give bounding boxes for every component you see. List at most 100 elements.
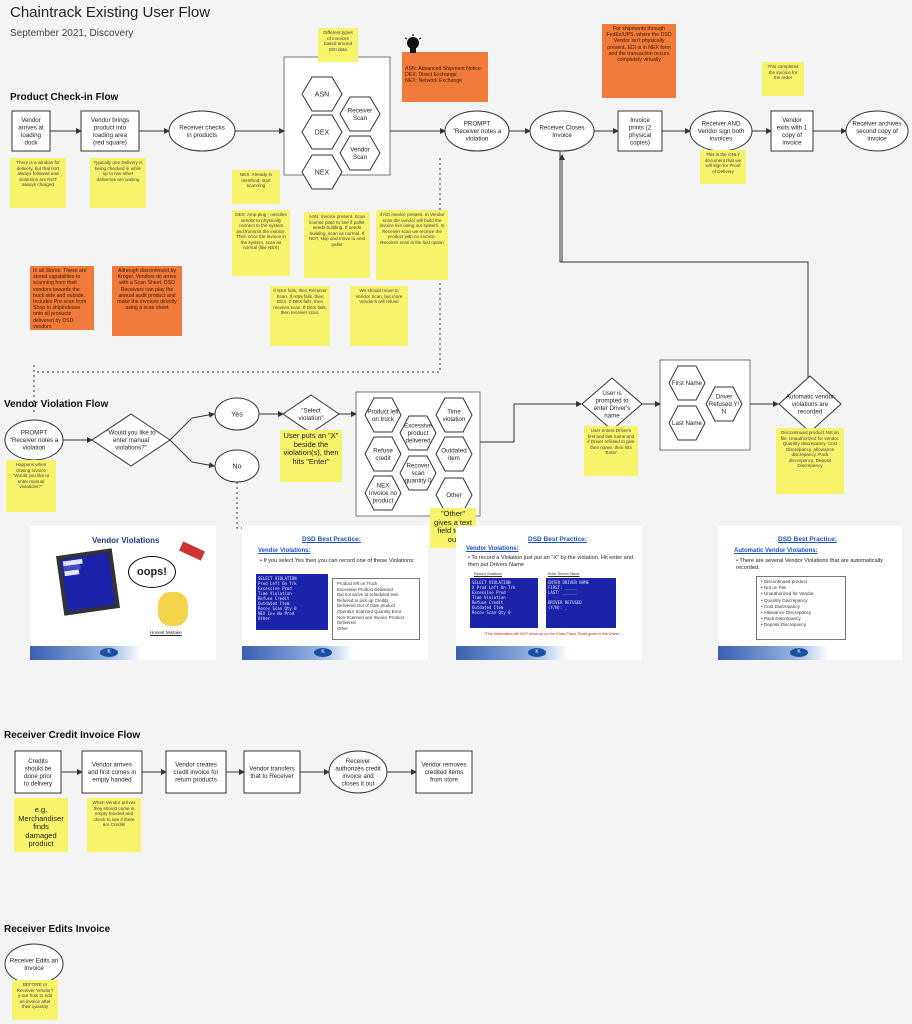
node-vendor-arrives: Vendorarrives atloadingdock: [11, 110, 51, 152]
node-invoice-prints-label: prints (2: [629, 124, 652, 131]
node-sign-invoices-label: Vendor sign both: [698, 128, 745, 135]
sticky-asn: ASN: Invoice present. Scan license plate…: [304, 212, 370, 278]
node-vendor-brings-product-label: loading area: [93, 132, 128, 139]
node-receiver-authorizes-label: invoice and: [342, 773, 374, 780]
node-prompt-notes-violation-label: violation: [466, 136, 489, 143]
connector: [191, 411, 215, 419]
node-receiver-authorizes-label: Receiver: [346, 758, 370, 765]
slide4-title: DSD Best Practice:: [778, 536, 837, 543]
node-vendor-transfers-label: Vendor transfers: [249, 765, 294, 772]
node-invoice-prints-label: physical: [629, 132, 651, 139]
sticky-nex: NEX: Already in menthod, start scanning: [232, 170, 280, 204]
node-credits-prior: Creditsshould bedone priorto delivery: [14, 750, 62, 794]
node-hex-receiver-scan-label: Receiver: [348, 107, 372, 114]
connector: [480, 401, 582, 443]
slide3-scanner-screen-1: SELECT VIOLATION X Prod Left On Trk Excess…: [470, 578, 538, 628]
node-no: No: [214, 449, 260, 483]
node-vendor-removes: Vendor removescredited itemsfrom store: [415, 750, 473, 794]
node-receiver-edits-invoice-label: Invoice: [24, 965, 44, 972]
node-hex-nex-invoice-label: Invoice no: [369, 490, 398, 497]
slide1-character: [158, 592, 188, 626]
node-hex-recover-scan-label: Recover: [406, 463, 429, 470]
node-auto-violations-recorded-label: recorded: [798, 409, 823, 416]
node-driver-name-prompt-label: prompted to: [595, 397, 629, 404]
slide-dsd-best-practice-3: DSD Best Practice: Automatic Vendor Viol…: [718, 526, 902, 660]
slide1-kroger-logo: K: [100, 648, 118, 657]
node-prompt-notes-violation-label: PROMPT: [464, 121, 491, 128]
node-credit-vendor-arrives: Vendor arrivesand first comes inempty ha…: [81, 750, 143, 794]
node-hex-product-left-label: on truck: [372, 416, 395, 423]
sticky-nex-fails: If NEX fails, then Receiver Scan. If ASN…: [270, 286, 330, 346]
whiteboard: Chaintrack Existing User Flow September …: [0, 0, 912, 1024]
node-credits-prior-label: done prior: [24, 773, 52, 780]
node-receiver-edits-invoice-label: Receiver Edits an: [10, 957, 59, 964]
slide3-kroger-logo: K: [528, 648, 546, 657]
node-vendor-transfers: Vendor transfersthat to Receiver: [243, 750, 301, 794]
node-vendor-creates-credit: Vendor createscredit invoice forreturn p…: [165, 750, 227, 794]
node-receiver-archives-label: invoice: [867, 136, 887, 143]
slide1-title: Vendor Violations: [92, 536, 160, 545]
slide3-scanner-screen-2: ENTER DRIVER NAME FIRST: _____ LAST: _____…: [546, 578, 616, 628]
node-violation-prompt-label: "Receiver notes a: [10, 437, 59, 444]
node-vendor-arrives-label: Vendor: [21, 117, 41, 124]
sticky-damaged-product: e.g. Merchandiser finds damaged product: [14, 798, 68, 852]
node-hex-recover-scan-label: quantity 0: [405, 478, 432, 485]
node-receiver-checks-in: Receiver checksin products: [168, 110, 236, 152]
node-hex-time-violation-label: violation: [443, 416, 466, 423]
node-auto-violations-recorded-label: violations are: [792, 401, 829, 408]
node-hex-last-name-label: Last Name: [672, 420, 702, 427]
node-hex-nex-invoice-label: product: [373, 498, 394, 505]
slide3-bullet: • To record a Violation just put an "X" …: [468, 555, 633, 568]
slide3-subtitle: Vendor Violations:: [466, 546, 519, 552]
slide3-label-record: Record Violations: [474, 572, 503, 576]
node-receiver-closes-invoice: Receiver ClosesInvoice: [529, 110, 595, 152]
node-credits-prior-label: Credits: [28, 758, 48, 765]
node-hex-product-left-label: Product left: [367, 408, 399, 415]
slide2-kroger-logo: K: [314, 648, 332, 657]
node-enter-manual-diamond: "Would you like toenter manualviolations…: [91, 413, 171, 467]
slide-vendor-violations: Vendor Violations ████████ ░░░░░░░ ██████ …: [30, 526, 216, 660]
node-sign-invoices: Receiver ANDVendor sign bothinvoices: [689, 110, 753, 152]
node-sign-invoices-label: Receiver AND: [702, 121, 741, 128]
node-credit-vendor-arrives-label: Vendor arrives: [92, 762, 132, 769]
sticky-puts-x: User puts an "X" beside the violation(s)…: [280, 430, 342, 482]
slide4-kroger-logo: K: [790, 648, 808, 657]
node-receiver-archives-label: second copy of: [856, 128, 898, 135]
node-receiver-authorizes-label: authorizes credit: [335, 765, 381, 772]
sticky-happens-when: Happens when closing invoice "Would you …: [6, 460, 56, 512]
node-hex-driver-refused-label: Driver: [716, 394, 733, 401]
node-violation-prompt-label: PROMPT: [21, 430, 48, 437]
slide-dsd-best-practice-2: DSD Best Practice: Vendor Violations: • …: [456, 526, 642, 660]
slide4-list-item: • Deposit Discrepancy: [761, 622, 807, 628]
sticky-move-vendor-scan: We should move to Vendor Scan, but more …: [350, 286, 408, 346]
connector: [559, 151, 809, 390]
slide4-subtitle: Automatic Vendor Violations:: [734, 548, 818, 554]
node-receiver-closes-invoice-label: Receiver Closes: [539, 124, 584, 131]
slide3-title: DSD Best Practice:: [528, 536, 587, 543]
node-hex-first-name-label: First Name: [672, 380, 703, 387]
node-vendor-removes-label: Vendor removes: [421, 762, 466, 769]
node-hex-outdated-label: item: [448, 455, 460, 462]
slide4-auto-violation-list: • Discontinued product • Not on File • U…: [756, 576, 846, 640]
slide3-warning-note: *This information will NOT show up on th…: [484, 632, 620, 636]
node-yes: Yes: [214, 397, 260, 431]
sticky-empty-handed: When Vendor arrives they should come in …: [87, 798, 141, 852]
orange-note-scan-sheet: Although discontinued by Kroger, Vendors…: [112, 266, 182, 336]
orange-note-definitions: ASN: Advanced Shipment Notice DEX: Direc…: [402, 52, 488, 102]
node-hex-receiver-scan-label: Scan: [353, 115, 368, 122]
node-hex-dex-label: DEX: [315, 129, 330, 136]
sticky-dex: DEX: Amp plug - ossciles vendor to physi…: [232, 210, 290, 276]
node-enter-manual-diamond-label: "Would you like to: [106, 430, 156, 437]
node-invoice-prints-label: copies): [630, 139, 650, 146]
node-hex-driver-refused-label: N: [722, 409, 726, 416]
connector: [169, 439, 193, 463]
node-receiver-checks-in-label: in products: [187, 132, 217, 139]
node-vendor-exits-label: invoice: [782, 139, 802, 146]
slide2-list-item: Other: [337, 625, 348, 631]
node-vendor-brings-product: Vendor bringsproduct intoloading area(re…: [80, 110, 140, 152]
node-hex-driver-refused-label: Refused Y/: [709, 401, 740, 408]
slide1-caption: Honest Mistake: [150, 630, 182, 635]
node-select-violation-label: violation": [299, 415, 324, 422]
node-receiver-checks-in-label: Receiver checks: [179, 124, 224, 131]
node-violation-prompt-label: violation: [23, 445, 46, 452]
